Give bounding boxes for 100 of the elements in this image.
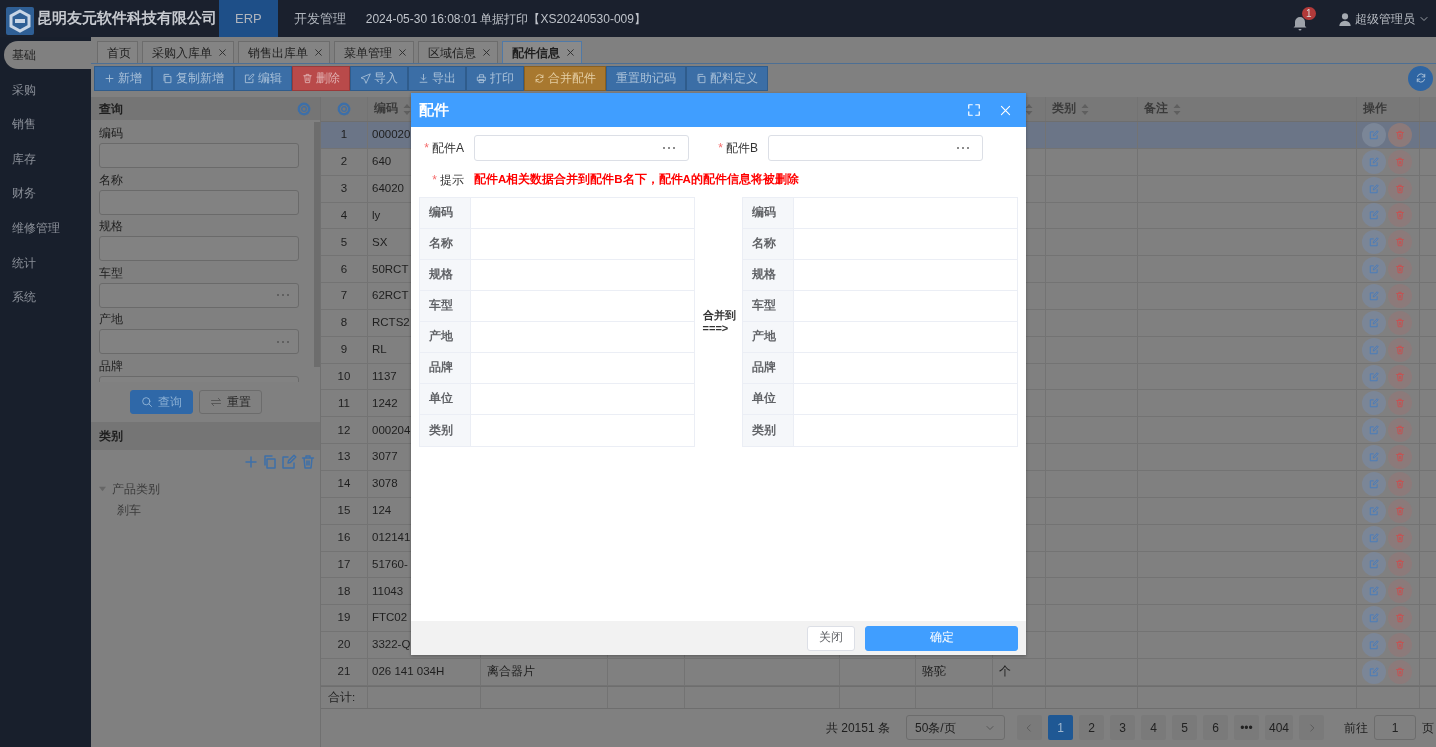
delete-button[interactable] <box>1388 391 1412 416</box>
page-tab[interactable]: 配件信息 <box>502 41 582 63</box>
nav-tab[interactable]: 开发管理 <box>277 0 362 37</box>
delete-button[interactable] <box>1388 445 1412 470</box>
page-tab[interactable]: 首页 <box>97 41 138 63</box>
input-field[interactable] <box>99 143 299 168</box>
toolbar-button[interactable]: 导入 <box>350 65 408 91</box>
page-tab[interactable]: 区域信息 <box>418 41 498 63</box>
page-tab[interactable]: 菜单管理 <box>334 41 414 63</box>
sidebar-item[interactable]: 财务 <box>4 179 91 208</box>
fullscreen-button[interactable] <box>967 103 981 117</box>
edit-button[interactable] <box>1362 498 1386 523</box>
sidebar-item[interactable]: 采购 <box>4 75 91 104</box>
edit-button[interactable] <box>1362 471 1386 496</box>
input-field[interactable] <box>99 282 299 308</box>
sidebar-item[interactable]: 销售 <box>4 110 91 139</box>
delete-button[interactable] <box>1388 632 1412 657</box>
delete-button[interactable] <box>1388 284 1412 308</box>
edit-button[interactable] <box>1362 632 1386 657</box>
delete-button[interactable] <box>1388 230 1412 255</box>
delete-button[interactable] <box>1388 176 1412 201</box>
edit-button[interactable] <box>1362 391 1386 416</box>
edit-button[interactable] <box>1362 284 1386 308</box>
input-field[interactable] <box>99 236 299 261</box>
delete-button[interactable] <box>1388 149 1412 174</box>
edit-button[interactable] <box>1362 337 1386 362</box>
edit-button[interactable] <box>1362 203 1386 228</box>
page-button[interactable]: 1 <box>1047 715 1073 740</box>
delete-button[interactable] <box>1388 337 1412 362</box>
settings-button[interactable] <box>296 100 312 117</box>
edit-button[interactable] <box>1362 659 1386 684</box>
edit-button[interactable] <box>1362 418 1386 443</box>
delete-button[interactable] <box>1388 552 1412 577</box>
page-button[interactable]: 6 <box>1202 715 1228 740</box>
page-button[interactable]: 5 <box>1171 715 1197 740</box>
edit-button[interactable] <box>1362 579 1386 604</box>
next-page-button[interactable] <box>1299 715 1324 740</box>
refresh-button[interactable] <box>1408 65 1433 91</box>
delete-button[interactable] <box>1388 364 1412 389</box>
edit-button[interactable] <box>1362 310 1386 335</box>
confirm-button[interactable]: 确定 <box>865 625 1018 651</box>
expand-icon[interactable] <box>99 485 106 492</box>
toolbar-button[interactable]: 编辑 <box>234 65 292 91</box>
sidebar-item[interactable]: 维修管理 <box>4 213 91 242</box>
page-tab[interactable]: 采购入库单 <box>142 41 234 63</box>
cancel-button[interactable]: 关闭 <box>807 625 855 651</box>
edit-button[interactable] <box>1362 176 1386 201</box>
close-button[interactable] <box>999 103 1012 117</box>
toolbar-button[interactable]: 配料定义 <box>686 65 768 91</box>
toolbar-button[interactable]: 删除 <box>292 65 350 91</box>
add-button[interactable] <box>243 454 259 470</box>
edit-button[interactable] <box>1362 257 1386 282</box>
page-button[interactable]: 2 <box>1078 715 1104 740</box>
toolbar-button[interactable]: 导出 <box>408 65 466 91</box>
delete-button[interactable] <box>1388 257 1412 282</box>
edit-button[interactable] <box>281 454 297 470</box>
delete-button[interactable] <box>1388 525 1412 550</box>
tree-item[interactable]: 刹车 <box>117 500 141 519</box>
sidebar-item[interactable]: 系统 <box>4 283 91 312</box>
delete-button[interactable] <box>1388 310 1412 335</box>
sidebar-item[interactable]: 统计 <box>4 248 91 277</box>
sidebar-item[interactable]: 基础 <box>4 41 91 69</box>
delete-button[interactable] <box>1388 122 1412 147</box>
edit-button[interactable] <box>1362 364 1386 389</box>
sidebar-item[interactable]: 库存 <box>4 144 91 173</box>
edit-button[interactable] <box>1362 552 1386 577</box>
page-button[interactable]: 3 <box>1109 715 1135 740</box>
edit-button[interactable] <box>1362 606 1386 631</box>
edit-button[interactable] <box>1362 525 1386 550</box>
user-menu[interactable]: 超级管理员 <box>1338 9 1430 28</box>
copy-button[interactable] <box>262 454 278 470</box>
delete-button[interactable] <box>1388 203 1412 228</box>
delete-button[interactable] <box>1388 579 1412 604</box>
toolbar-button[interactable]: 打印 <box>466 65 524 91</box>
edit-button[interactable] <box>1362 122 1386 147</box>
toolbar-button[interactable]: 合并配件 <box>524 65 606 91</box>
delete-button[interactable] <box>1388 659 1412 684</box>
reset-button[interactable]: 重置 <box>198 390 262 414</box>
toolbar-button[interactable]: 重置助记码 <box>606 65 686 91</box>
delete-button[interactable] <box>1388 471 1412 496</box>
delete-button[interactable] <box>1388 418 1412 443</box>
notification-button[interactable]: 1 <box>1292 6 1318 31</box>
page-button[interactable]: ••• <box>1233 715 1259 740</box>
input-field[interactable] <box>99 329 299 354</box>
toolbar-button[interactable]: 新增 <box>94 65 152 91</box>
page-tab[interactable]: 销售出库单 <box>238 41 330 63</box>
page-input[interactable]: 1 <box>1374 715 1416 740</box>
edit-button[interactable] <box>1362 149 1386 174</box>
edit-button[interactable] <box>1362 230 1386 255</box>
table-row[interactable]: 21 026 141 034H 离合器片 骆驼 个 <box>321 658 1436 686</box>
page-button[interactable]: 4 <box>1140 715 1166 740</box>
delete-button[interactable] <box>300 454 316 470</box>
nav-tab[interactable]: ERP <box>219 0 278 37</box>
input-field[interactable] <box>99 189 299 215</box>
page-size-select[interactable]: 50条/页 <box>905 715 1005 740</box>
tree-item[interactable]: 产品类别 <box>112 479 160 498</box>
page-button[interactable]: 404 <box>1264 715 1293 740</box>
search-button[interactable]: 查询 <box>129 390 193 414</box>
delete-button[interactable] <box>1388 606 1412 631</box>
previous-page-button[interactable] <box>1016 715 1042 740</box>
